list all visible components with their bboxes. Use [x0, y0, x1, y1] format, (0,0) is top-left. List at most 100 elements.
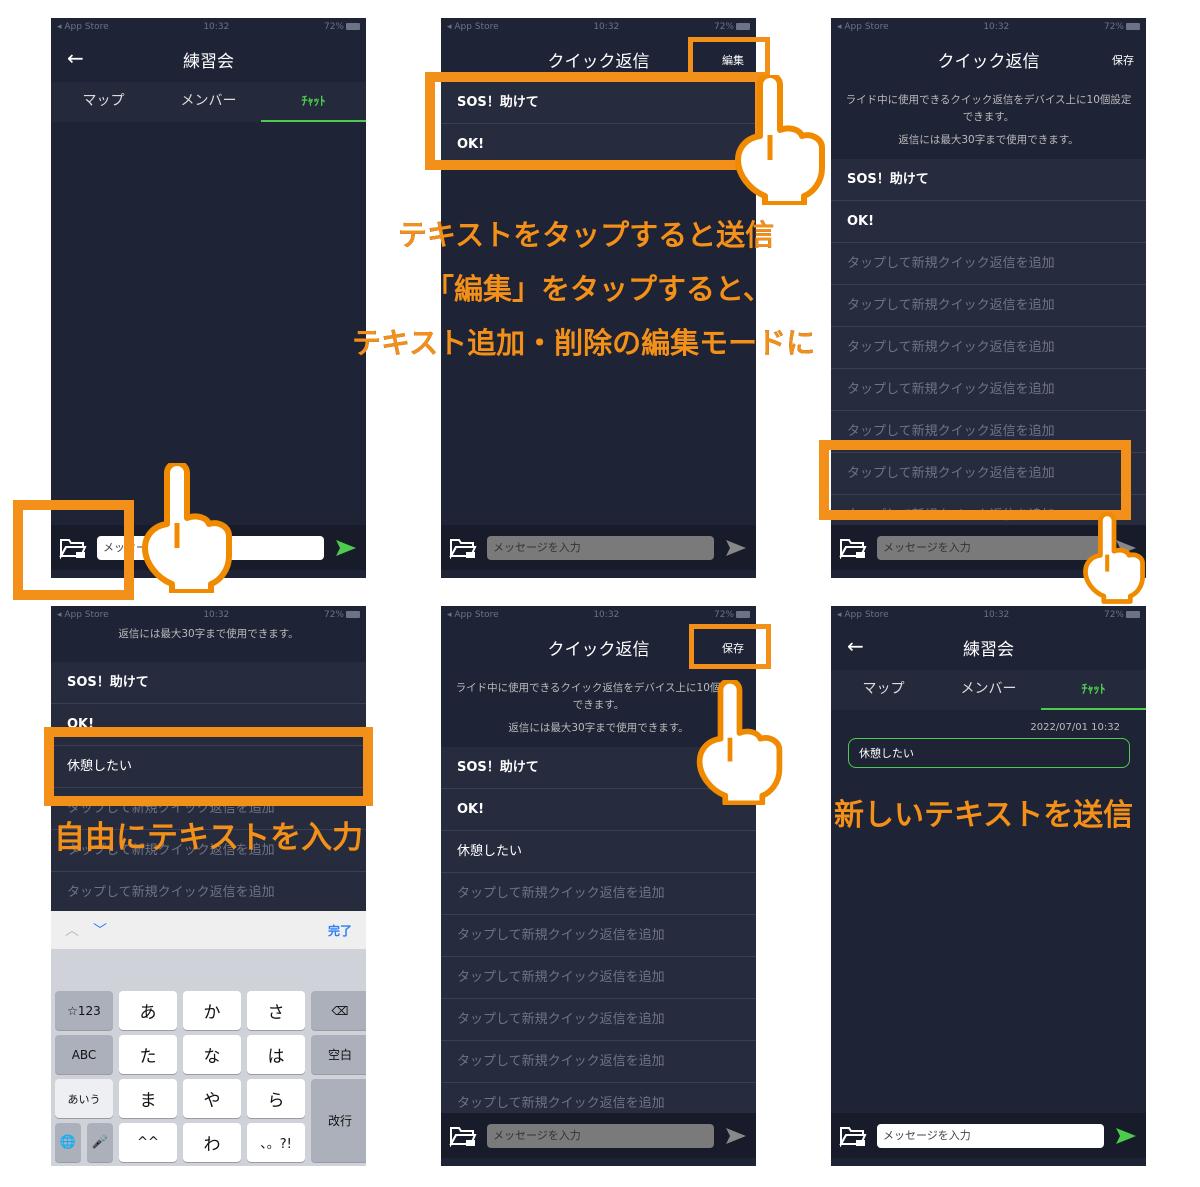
done-button[interactable]: 完了 [328, 922, 352, 939]
key[interactable]: ま [119, 1079, 177, 1118]
page-title: 練習会 [963, 639, 1014, 660]
add-quick-reply-row[interactable]: タップして新規クイック返信を追加 [831, 243, 1146, 285]
key[interactable]: か [183, 991, 241, 1030]
nav-bar: ← 練習会 [831, 624, 1146, 670]
chevron-up-icon[interactable]: ︿ [65, 920, 79, 940]
save-button[interactable]: 保存 [1112, 52, 1134, 68]
caption-edit-mode: テキスト追加・削除の編集モードに [352, 326, 816, 360]
status-bar: ◂ App Store 10:32 72% [831, 18, 1146, 36]
quick-reply-item[interactable]: OK! [831, 201, 1146, 243]
key-return[interactable]: 改行 [311, 1079, 366, 1162]
tab-members[interactable]: メンバー [156, 82, 261, 122]
pointing-hand-icon [1083, 512, 1145, 604]
message-input[interactable]: メッセージを入力 [877, 1123, 1104, 1148]
arrow-left-icon[interactable]: ← [67, 46, 84, 70]
caption-tap-to-send: テキストをタップすると送信 [398, 218, 775, 252]
status-bar: ◂ App Store 10:32 72% [831, 606, 1146, 624]
key[interactable]: ら [247, 1079, 305, 1118]
page-title: クイック返信 [547, 51, 650, 72]
battery-icon [736, 611, 750, 618]
key[interactable]: は [247, 1035, 305, 1074]
quick-reply-description: 返信には最大30字まで使用できます。 [51, 620, 366, 661]
quick-reply-item[interactable]: SOS！助けて [831, 159, 1146, 201]
add-quick-reply-row[interactable]: タップして新規クイック返信を追加 [441, 1041, 756, 1083]
caption-tap-edit: 「編集」をタップすると、 [425, 272, 772, 306]
key-symbols[interactable]: ☆123 [55, 991, 113, 1030]
chat-message-bubble: 休憩したい [848, 738, 1130, 768]
add-quick-reply-row[interactable]: タップして新規クイック返信を追加 [441, 957, 756, 999]
highlight-add-row [819, 440, 1131, 520]
message-input[interactable]: メッセージを入力 [487, 535, 714, 560]
pointing-hand-icon [696, 680, 783, 805]
backspace-icon[interactable]: ⌫ [311, 991, 366, 1030]
add-quick-reply-row[interactable]: タップして新規クイック返信を追加 [831, 327, 1146, 369]
caption-send-new-text: 新しいテキストを送信 [834, 798, 1134, 833]
add-quick-reply-row[interactable]: タップして新規クイック返信を追加 [441, 999, 756, 1041]
message-composer: メッセージを入力 [441, 1113, 756, 1158]
page-title: 練習会 [183, 51, 234, 72]
send-arrow-icon[interactable] [724, 1126, 748, 1146]
key[interactable]: た [119, 1035, 177, 1074]
quick-reply-item[interactable]: SOS！助けて [51, 662, 366, 704]
nav-bar: クイック返信 保存 [831, 36, 1146, 82]
folder-chat-icon[interactable] [839, 1125, 867, 1148]
keyboard: ☆123 あ か さ ⌫ ABC た な は 空白 あいう ま や ら 改行 🌐… [51, 949, 366, 1166]
key-space[interactable]: 空白 [311, 1035, 366, 1074]
key-kana[interactable]: あいう [55, 1079, 113, 1118]
globe-icon[interactable]: 🌐 [55, 1123, 81, 1162]
add-quick-reply-row[interactable]: タップして新規クイック返信を追加 [441, 873, 756, 915]
add-quick-reply-row[interactable]: タップして新規クイック返信を追加 [831, 369, 1146, 411]
nav-bar: ← 練習会 [51, 36, 366, 82]
tab-chat[interactable]: ﾁｬｯﾄ [1041, 670, 1146, 710]
battery-icon [1126, 23, 1140, 30]
microphone-icon[interactable]: 🎤 [87, 1123, 113, 1162]
keyboard-toolbar: ︿ ﹀ 完了 [51, 911, 366, 949]
folder-chat-icon[interactable] [449, 1125, 477, 1148]
key[interactable]: ^^ [119, 1123, 177, 1162]
folder-chat-icon[interactable] [839, 537, 867, 560]
page-title: クイック返信 [547, 639, 650, 660]
battery-icon [346, 611, 360, 618]
message-input[interactable]: メッセージを入力 [877, 535, 1104, 560]
message-input[interactable]: メッセージを入力 [487, 1123, 714, 1148]
pointing-hand-icon [142, 463, 232, 593]
tab-bar: マップ メンバー ﾁｬｯﾄ [831, 670, 1146, 710]
pointing-hand-icon [735, 75, 825, 205]
tab-map[interactable]: マップ [831, 670, 936, 710]
chevron-down-icon[interactable]: ﹀ [93, 920, 107, 940]
send-arrow-icon[interactable] [334, 538, 358, 558]
message-composer: メッセージを入力 [831, 1113, 1146, 1158]
highlight-folder-button [13, 500, 134, 600]
message-composer: メッセージを入力 [441, 525, 756, 570]
caption-free-input: 自由にテキストを入力 [54, 820, 364, 856]
tab-chat[interactable]: ﾁｬｯﾄ [261, 82, 366, 122]
key[interactable]: や [183, 1079, 241, 1118]
send-arrow-icon[interactable] [1114, 1126, 1138, 1146]
battery-icon [346, 23, 360, 30]
tab-members[interactable]: メンバー [936, 670, 1041, 710]
tab-map[interactable]: マップ [51, 82, 156, 122]
add-quick-reply-row[interactable]: タップして新規クイック返信を追加 [51, 872, 366, 914]
status-bar: ◂ App Store 10:32 72% [51, 18, 366, 36]
add-quick-reply-row[interactable]: タップして新規クイック返信を追加 [441, 915, 756, 957]
highlight-save-button [689, 624, 771, 669]
message-timestamp: 2022/07/01 10:32 [1030, 722, 1120, 733]
status-bar: ◂ App Store 10:32 72% [441, 18, 756, 36]
quick-reply-item[interactable]: 休憩したい [441, 831, 756, 873]
key[interactable]: な [183, 1035, 241, 1074]
battery-icon [1126, 611, 1140, 618]
add-quick-reply-row[interactable]: タップして新規クイック返信を追加 [831, 285, 1146, 327]
folder-chat-icon[interactable] [449, 537, 477, 560]
key[interactable]: 、。?! [247, 1123, 305, 1162]
key[interactable]: さ [247, 991, 305, 1030]
send-arrow-icon[interactable] [724, 538, 748, 558]
key[interactable]: わ [183, 1123, 241, 1162]
key-abc[interactable]: ABC [55, 1035, 113, 1074]
arrow-left-icon[interactable]: ← [847, 634, 864, 658]
highlight-reply-items [425, 72, 765, 170]
highlight-edit-button [688, 37, 770, 77]
page-title: クイック返信 [937, 51, 1040, 72]
tab-bar: マップ メンバー ﾁｬｯﾄ [51, 82, 366, 122]
key[interactable]: あ [119, 991, 177, 1030]
battery-icon [736, 23, 750, 30]
